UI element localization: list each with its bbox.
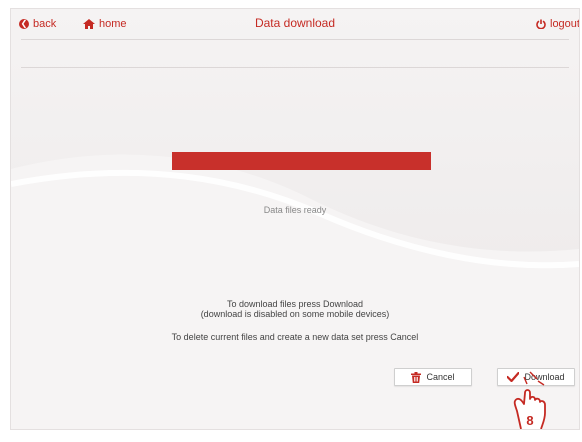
divider (21, 39, 569, 40)
cancel-label: Cancel (426, 372, 455, 382)
cancel-button[interactable]: Cancel (394, 368, 472, 386)
background-swoosh (11, 154, 579, 429)
logout-label: logout (550, 18, 580, 30)
top-bar: ❮ back home Data download logout (11, 9, 579, 37)
callout-number: 8 (526, 413, 533, 428)
trash-icon (411, 371, 422, 383)
pointing-hand-icon: 8 (513, 371, 546, 429)
page-title: Data download (254, 16, 336, 30)
instruction-line-2: (download is disabled on some mobile dev… (200, 309, 390, 319)
instruction-line-1: To download files press Download (226, 299, 364, 309)
logout-button[interactable]: logout (536, 18, 580, 30)
progress-bar-fill (172, 152, 431, 170)
status-text: Data files ready (263, 205, 327, 215)
cancel-instructions: To delete current files and create a new… (171, 332, 419, 342)
download-instructions: To download files press Download (downlo… (11, 299, 579, 319)
divider (21, 67, 569, 68)
progress-bar (172, 152, 431, 170)
app-window: ❮ back home Data download logout Data fi… (10, 8, 580, 430)
power-icon (536, 19, 546, 29)
